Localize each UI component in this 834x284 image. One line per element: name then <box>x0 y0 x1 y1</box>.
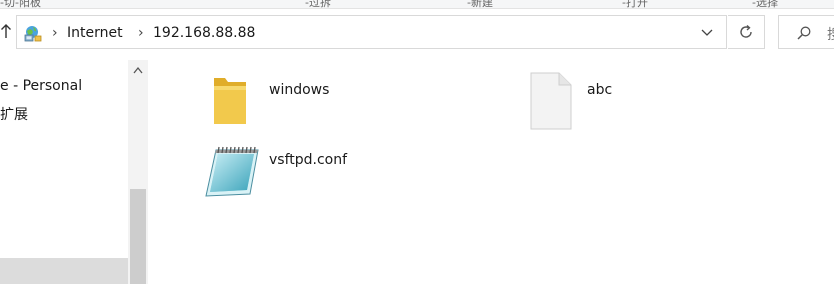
file-name: windows <box>269 82 330 98</box>
breadcrumb-separator: › <box>52 25 58 41</box>
ribbon-fragment: -新建 <box>467 0 493 9</box>
notepad-icon <box>205 146 259 197</box>
search-box[interactable]: 搜 <box>778 15 834 49</box>
breadcrumb-internet[interactable]: Internet <box>67 24 123 42</box>
breadcrumb-separator: › <box>138 25 144 41</box>
ribbon: -切-阳板 -过拆 -新建 -打开 -选择 <box>0 0 834 9</box>
nav-selected-item[interactable] <box>0 258 128 284</box>
file-item-vsftpd-conf[interactable]: vsftpd.conf <box>200 140 400 204</box>
ribbon-fragment: -切-阳板 <box>0 0 41 9</box>
file-item-abc[interactable]: abc <box>525 70 725 130</box>
arrow-up-icon <box>1 24 11 38</box>
nav-item-extensions[interactable]: 扩展 <box>0 106 28 124</box>
nav-item-onedrive[interactable]: e - Personal <box>0 77 82 95</box>
ribbon-fragment: -选择 <box>752 0 778 9</box>
refresh-button[interactable] <box>728 15 765 49</box>
network-icon <box>24 26 42 42</box>
blank-file-icon <box>530 72 572 130</box>
scrollbar-thumb[interactable] <box>130 189 146 284</box>
file-item-windows[interactable]: windows <box>205 70 405 130</box>
address-bar[interactable]: › Internet › 192.168.88.88 <box>16 15 727 49</box>
scroll-up-arrow-icon[interactable] <box>133 66 143 74</box>
search-icon <box>797 26 811 40</box>
search-placeholder: 搜 <box>827 24 834 44</box>
breadcrumb-host[interactable]: 192.168.88.88 <box>153 24 255 42</box>
file-name: vsftpd.conf <box>269 152 348 168</box>
ribbon-fragment: -过拆 <box>305 0 331 9</box>
refresh-icon <box>740 24 752 38</box>
up-button[interactable] <box>0 22 14 46</box>
nav-scrollbar[interactable] <box>128 60 148 284</box>
chevron-down-icon[interactable] <box>700 25 714 39</box>
ribbon-fragment: -打开 <box>622 0 648 9</box>
navigation-pane: e - Personal 扩展 <box>0 60 148 284</box>
folder-icon <box>214 78 246 124</box>
file-name: abc <box>587 82 613 98</box>
